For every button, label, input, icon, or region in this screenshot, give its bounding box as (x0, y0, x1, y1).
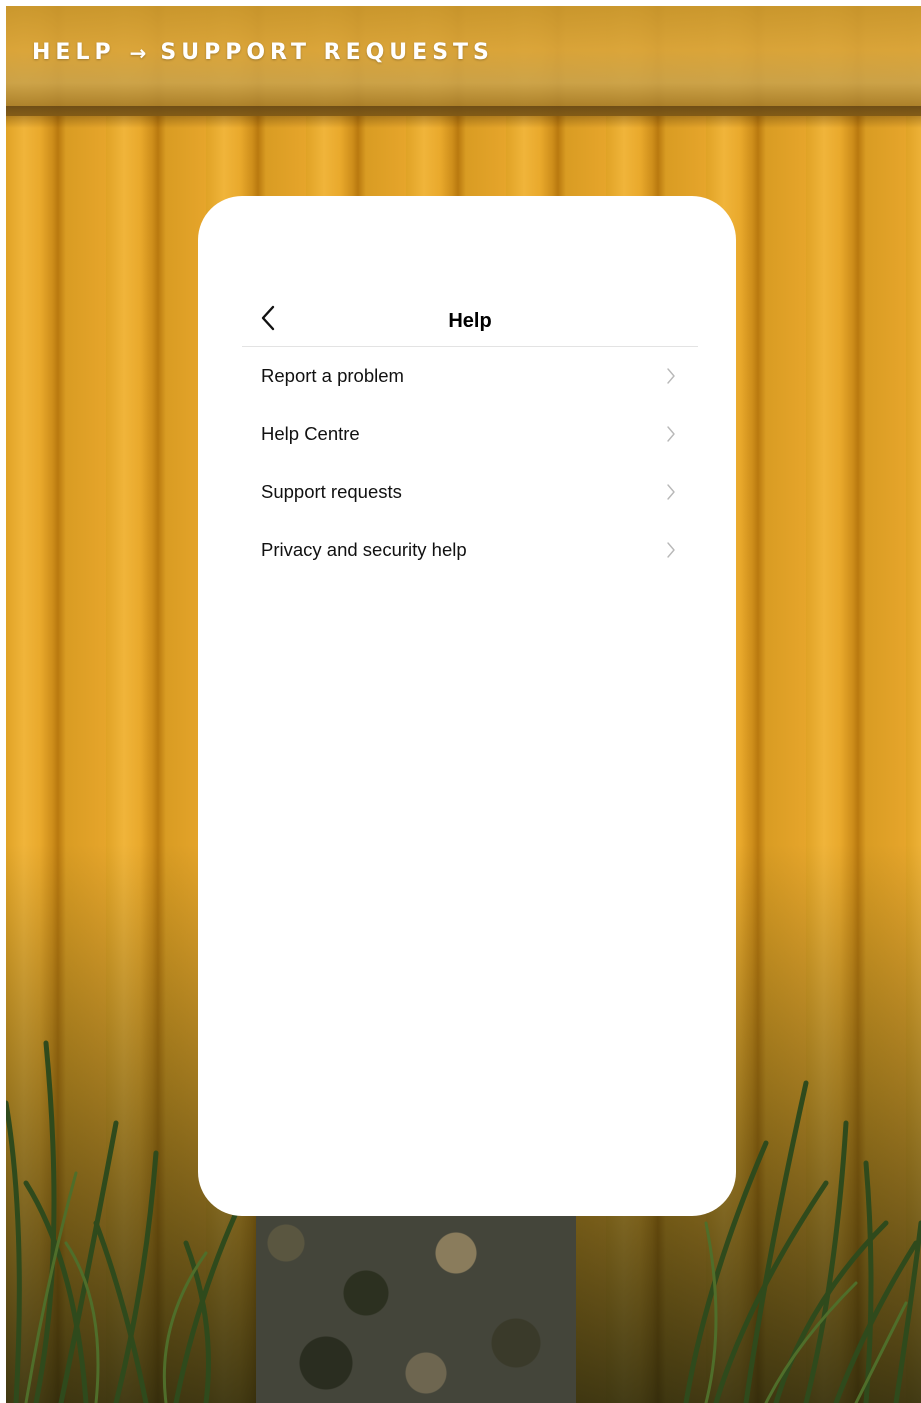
menu-item-label: Report a problem (261, 365, 404, 386)
menu-item-support-requests[interactable]: Support requests (242, 463, 698, 521)
menu-item-label: Privacy and security help (261, 539, 467, 560)
menu-item-help-centre[interactable]: Help Centre (242, 405, 698, 463)
page-title: Help (448, 310, 492, 332)
background-beam-shadow (6, 106, 921, 128)
menu-item-label: Support requests (261, 481, 402, 502)
help-menu: Report a problem Help Centre Support req… (242, 347, 698, 579)
breadcrumb-parent[interactable]: HELP (32, 40, 116, 65)
chevron-right-icon (667, 484, 675, 500)
chevron-right-icon (667, 426, 675, 442)
breadcrumb-arrow-icon: → (129, 40, 147, 65)
menu-item-report-a-problem[interactable]: Report a problem (242, 347, 698, 405)
menu-item-label: Help Centre (261, 423, 360, 444)
navigation-bar: Help (242, 296, 698, 347)
chevron-right-icon (667, 368, 675, 384)
menu-item-privacy-and-security-help[interactable]: Privacy and security help (242, 521, 698, 579)
breadcrumb-current: SUPPORT REQUESTS (160, 40, 494, 65)
breadcrumb: HELP → SUPPORT REQUESTS (32, 40, 494, 65)
chevron-right-icon (667, 542, 675, 558)
phone-screen: Help Report a problem Help Centre Suppor… (198, 196, 736, 1216)
